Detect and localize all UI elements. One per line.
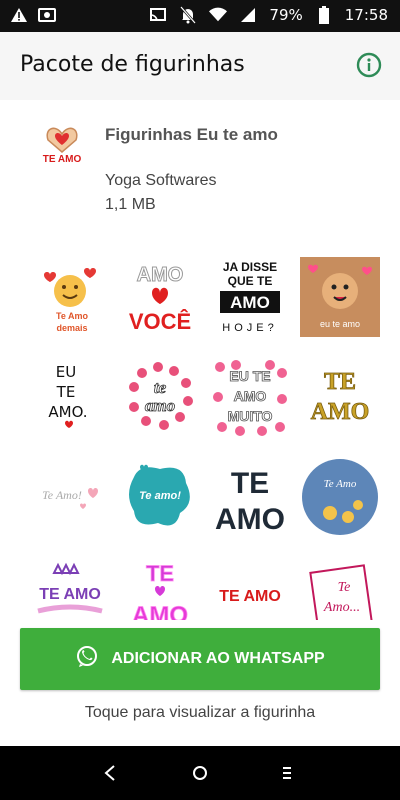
sticker-item[interactable]: te amo: [120, 357, 200, 437]
sticker-text: AMO: [234, 388, 267, 404]
sticker-item[interactable]: Te Amo: [300, 457, 380, 537]
sticker-item[interactable]: EU TE AMO.: [30, 357, 110, 437]
sticker-text: EU TE: [229, 368, 270, 384]
sticker-text: MUITO: [228, 408, 273, 424]
sticker-text: AMO.: [48, 403, 87, 421]
home-icon: [193, 766, 207, 780]
sticker-text: EU: [56, 363, 76, 381]
sticker-text: TE: [146, 561, 174, 586]
page-title: Pacote de figurinhas: [20, 52, 245, 77]
sticker-grid: Te Amo demais AMO VOCÊ JA DISSE QUE TE A…: [28, 255, 384, 625]
sticker-item[interactable]: TE AMO: [210, 557, 290, 625]
sticker-item[interactable]: Te amo!: [120, 457, 200, 537]
sticker-item[interactable]: JA DISSE QUE TE AMO HOJE?: [210, 257, 290, 337]
sticker-item[interactable]: TE AMO: [30, 557, 110, 625]
sticker-text: AMO: [215, 503, 285, 536]
info-icon: [356, 52, 382, 78]
sticker-text: AMO: [137, 264, 184, 286]
back-button[interactable]: [98, 760, 124, 786]
sticker-text: TE AMO: [219, 588, 281, 605]
sticker-text: Te Amo: [56, 311, 89, 321]
sticker-text: eu te amo: [320, 319, 360, 329]
sticker-text: amo: [145, 396, 175, 415]
sticker-text: te: [154, 378, 167, 397]
signal-icon: [239, 6, 257, 24]
sticker-item[interactable]: TE AMO: [300, 357, 380, 437]
status-bar: 79% 17:58: [0, 0, 400, 32]
sticker-item[interactable]: eu te amo: [300, 257, 380, 337]
pack-publisher: Yoga Softwares: [105, 172, 217, 189]
wifi-icon: [209, 6, 228, 24]
add-to-whatsapp-button[interactable]: ADICIONAR AO WHATSAPP: [20, 628, 380, 690]
sticker-text: HOJE?: [222, 322, 277, 334]
sticker-text: TE: [324, 369, 356, 395]
sticker-text: Te: [338, 580, 351, 595]
sticker-item[interactable]: TE AMO: [120, 557, 200, 625]
muted-bell-icon: [179, 6, 197, 24]
clock: 17:58: [344, 6, 388, 24]
sticker-text: Te Amo!: [42, 488, 82, 502]
whatsapp-icon: [75, 645, 99, 674]
pack-tray-icon: TE AMO: [38, 118, 86, 166]
sticker-text: AMO: [311, 399, 370, 425]
pack-icon-text: TE AMO: [43, 154, 82, 165]
cast-icon: [149, 6, 167, 24]
sticker-text: Te Amo: [324, 478, 357, 490]
sticker-text: JA DISSE: [223, 260, 277, 274]
preview-hint: Toque para visualizar a figurinha: [84, 704, 316, 721]
sticker-text: VOCÊ: [129, 309, 191, 334]
back-icon: [104, 765, 115, 781]
sticker-text: Te amo!: [139, 490, 181, 502]
screenshot-icon: [38, 6, 56, 24]
battery-icon: [315, 6, 333, 24]
pack-size: 1,1 MB: [105, 196, 156, 213]
sticker-item[interactable]: Te Amo...: [300, 557, 380, 625]
sticker-item[interactable]: TE AMO: [210, 457, 290, 537]
menu-button[interactable]: [274, 760, 300, 786]
sticker-text: AMO: [230, 293, 270, 312]
warning-icon: [10, 6, 28, 24]
sticker-text: demais: [56, 323, 87, 333]
sticker-text: QUE TE: [228, 274, 273, 288]
sticker-text: TE: [231, 467, 269, 500]
add-to-whatsapp-label: ADICIONAR AO WHATSAPP: [111, 650, 325, 667]
sticker-item[interactable]: AMO VOCÊ: [120, 257, 200, 337]
sticker-item[interactable]: Te Amo!: [30, 457, 110, 537]
sticker-text: Amo...: [323, 600, 360, 615]
app-bar: Pacote de figurinhas: [0, 32, 400, 100]
sticker-text: TE: [56, 383, 76, 401]
sticker-text: TE AMO: [39, 586, 101, 603]
sticker-item[interactable]: EU TE AMO MUITO: [210, 357, 290, 437]
navigation-bar: [0, 746, 400, 800]
pack-name: Figurinhas Eu te amo: [105, 125, 278, 144]
menu-icon: [283, 767, 291, 779]
battery-percent: 79%: [269, 6, 303, 24]
home-button[interactable]: [187, 760, 213, 786]
info-button[interactable]: [356, 52, 382, 78]
sticker-item[interactable]: Te Amo demais: [30, 257, 110, 337]
